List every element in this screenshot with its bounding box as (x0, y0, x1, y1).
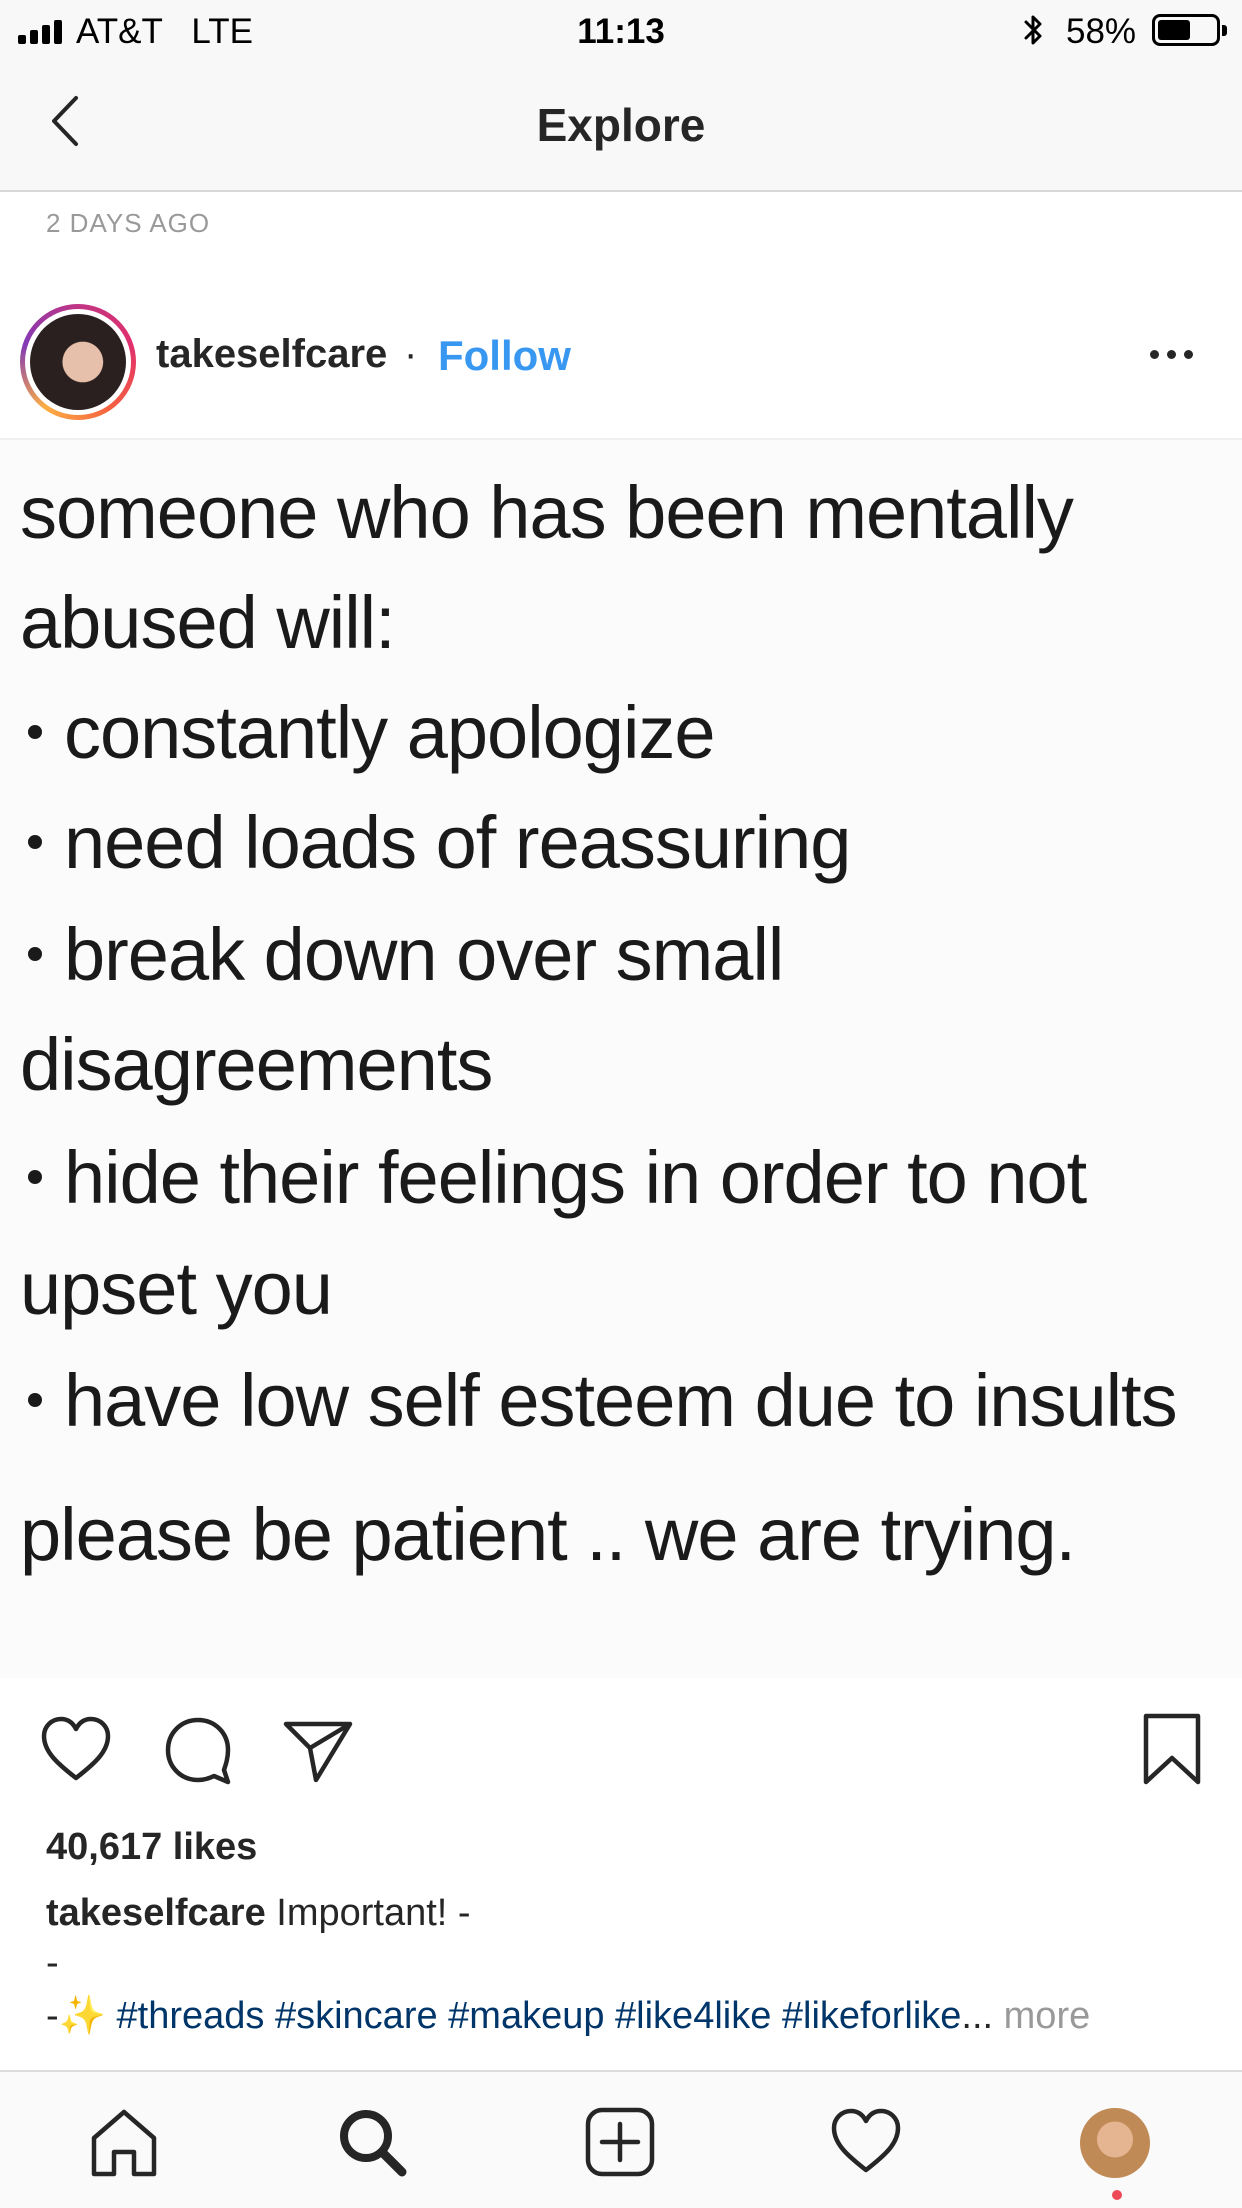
caption-username[interactable]: takeselfcare (46, 1892, 266, 1934)
image-text-line: have low self esteem due to insults (64, 1359, 1178, 1442)
bluetooth-icon (1024, 15, 1042, 45)
caption-hashtags-line: -✨ #threads #skincare #makeup #like4like… (46, 1994, 1090, 2038)
image-text-line: break down over small (64, 913, 784, 996)
image-text-line: constantly apologize (64, 691, 716, 774)
bullet (28, 835, 42, 850)
battery-icon (1152, 14, 1227, 46)
like-count[interactable]: 40,617 likes (46, 1826, 257, 1869)
story-ring[interactable] (20, 304, 136, 420)
notification-dot (1112, 2190, 1122, 2200)
comment-icon[interactable] (160, 1712, 236, 1788)
avatar-border (25, 309, 131, 415)
caption-ellipsis: ... (961, 1995, 1004, 2037)
image-bullet-line: constantly apologize (20, 690, 716, 775)
image-bullet-line: hide their feelings in order to not (20, 1135, 1087, 1220)
page-title: Explore (536, 99, 706, 151)
image-bullet-line: break down over small (20, 912, 784, 997)
bullet (28, 1170, 42, 1185)
caption-text: Important! - (265, 1892, 471, 1934)
separator-dot: · (404, 332, 418, 376)
battery-fill (1158, 20, 1190, 40)
battery-nub (1222, 25, 1227, 36)
image-text-line: someone who has been mentally (20, 471, 1074, 554)
image-bullet-line: need loads of reassuring (20, 800, 851, 885)
image-text-line: need loads of reassuring (64, 801, 851, 884)
follow-button[interactable]: Follow (438, 332, 571, 380)
plus-square-icon[interactable] (582, 2104, 658, 2180)
bookmark-icon[interactable] (1134, 1712, 1210, 1788)
image-bullet-line: have low self esteem due to insults (20, 1358, 1178, 1443)
bullet (28, 725, 42, 740)
post-image[interactable]: someone who has been mentally abused wil… (0, 440, 1242, 1678)
status-bar: AT&T LTE 11:13 58% (0, 0, 1242, 62)
search-icon[interactable] (334, 2104, 410, 2180)
like-heart-icon[interactable] (38, 1712, 114, 1788)
heart-icon[interactable] (828, 2104, 904, 2180)
status-time: 11:13 (577, 12, 665, 51)
image-text-line: please be patient .. we are trying. (20, 1493, 1076, 1576)
avatar[interactable] (30, 314, 126, 410)
image-text-line: hide their feelings in order to not (64, 1136, 1087, 1219)
battery-percent: 58% (1066, 12, 1137, 51)
sparkles-prefix: -✨ (46, 1995, 117, 2037)
navigation-bar: Explore (0, 62, 1242, 192)
profile-avatar[interactable] (1080, 2108, 1150, 2178)
bullet (28, 947, 42, 962)
image-text-line: abused will: (20, 581, 396, 664)
more-link[interactable]: more (1004, 1995, 1091, 2037)
share-paper-plane-icon[interactable] (280, 1712, 356, 1788)
hashtags[interactable]: #threads #skincare #makeup #like4like #l… (117, 1995, 962, 2037)
post-timestamp: 2 DAYS AGO (46, 208, 211, 238)
tab-bar (0, 2070, 1242, 2208)
ellipsis-icon[interactable] (1150, 334, 1210, 374)
post-username[interactable]: takeselfcare (156, 332, 387, 377)
post-header: takeselfcare · Follow (0, 290, 1242, 440)
image-text-line: disagreements (20, 1023, 493, 1106)
home-icon[interactable] (86, 2104, 162, 2180)
caption-dash-line: - (46, 1942, 59, 1984)
action-bar (0, 1690, 1242, 1810)
image-text-line: upset you (20, 1247, 333, 1330)
caption: takeselfcare Important! - (46, 1892, 471, 1935)
bullet (28, 1393, 42, 1408)
